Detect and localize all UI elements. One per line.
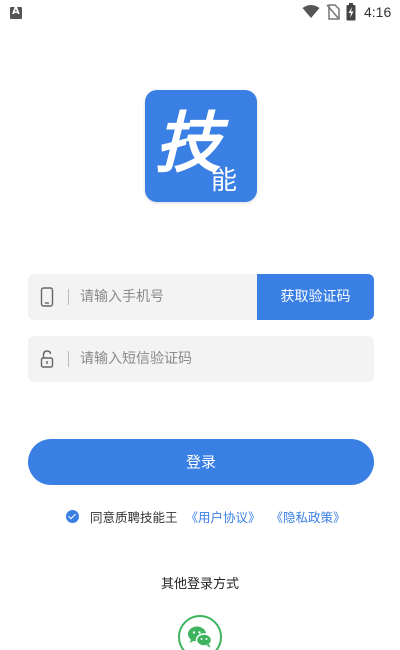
notification-a-icon [10, 6, 22, 19]
phone-input[interactable] [80, 274, 250, 320]
sms-code-input[interactable] [80, 336, 250, 382]
wifi-icon [302, 5, 320, 18]
wechat-icon [188, 626, 213, 648]
agreement-row: 同意质聘技能王 《用户协议》 《隐私政策》 [66, 507, 356, 525]
login-button[interactable]: 登录 [28, 439, 374, 485]
get-code-button[interactable]: 获取验证码 [257, 274, 374, 320]
battery-charging-icon [346, 3, 356, 21]
app-logo: 技 能 [145, 90, 257, 202]
phone-icon [40, 287, 54, 307]
agreement-checkbox[interactable] [66, 509, 79, 523]
status-bar: 4:16 [0, 0, 400, 26]
phone-input-row: 获取验证码 [28, 274, 374, 320]
code-input-row [28, 336, 374, 382]
clock: 4:16 [364, 4, 392, 20]
other-login-label: 其他登录方式 [160, 577, 239, 592]
privacy-policy-link[interactable]: 《隐私政策》 [271, 507, 346, 526]
logo-graphic: 技 能 [155, 104, 237, 196]
logo-sub-char: 能 [211, 166, 237, 196]
lock-icon [40, 350, 54, 368]
phone-divider [68, 289, 69, 305]
no-sim-icon [326, 4, 340, 20]
wechat-login-button[interactable] [178, 615, 222, 650]
agreement-text: 同意质聘技能王 [90, 509, 178, 525]
user-agreement-link[interactable]: 《用户协议》 [186, 507, 261, 526]
code-divider [68, 351, 69, 367]
